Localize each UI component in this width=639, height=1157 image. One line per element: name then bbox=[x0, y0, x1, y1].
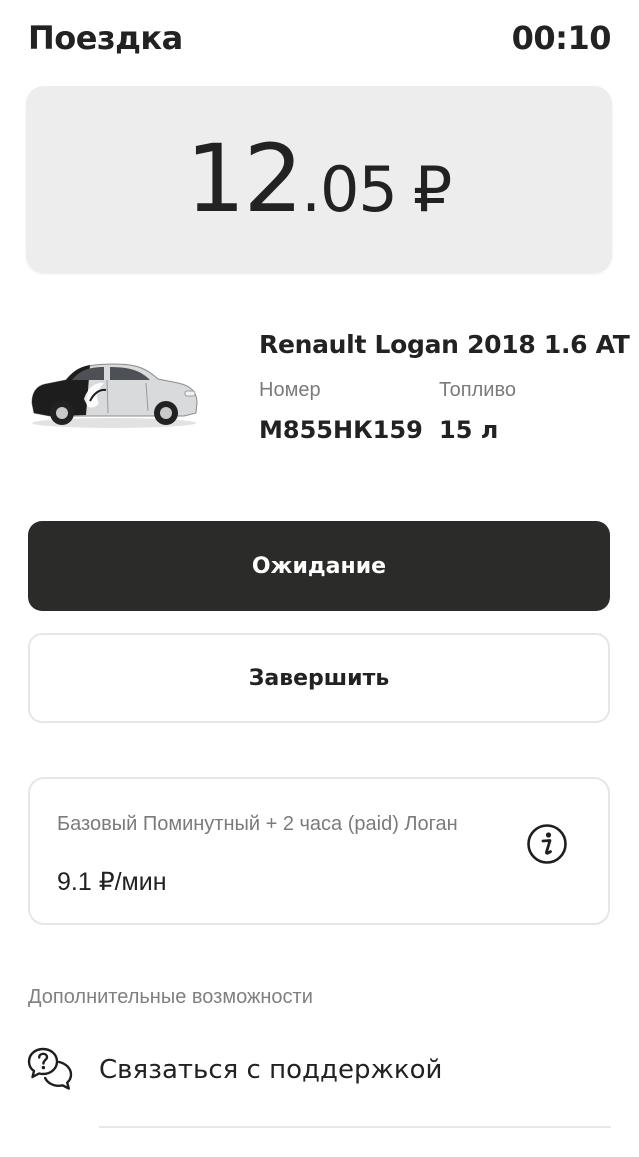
car-info: Renault Logan 2018 1.6 AT Номер М855НК15… bbox=[259, 330, 630, 444]
plate-spec: Номер М855НК159 bbox=[259, 379, 439, 444]
tariff-name: Базовый Поминутный + 2 часа (paid) Логан bbox=[57, 813, 458, 835]
contact-support-item[interactable]: Связаться с поддержкой bbox=[0, 1035, 639, 1127]
price-integer: 12 bbox=[185, 125, 304, 234]
trip-price: 12 .05 ₽ bbox=[186, 125, 453, 234]
car-model: Renault Logan 2018 1.6 AT bbox=[259, 330, 630, 359]
info-icon[interactable] bbox=[526, 823, 568, 865]
finish-button[interactable]: Завершить bbox=[28, 633, 610, 723]
wait-button[interactable]: Ожидание bbox=[28, 521, 610, 611]
trip-timer: 00:10 bbox=[511, 19, 612, 57]
car-specs: Номер М855НК159 Топливо 15 л bbox=[259, 379, 619, 444]
tariff-rate: 9.1 ₽/мин bbox=[57, 868, 167, 896]
plate-label: Номер bbox=[259, 379, 321, 401]
fuel-value: 15 л bbox=[439, 416, 499, 444]
fuel-label: Топливо bbox=[439, 379, 516, 401]
price-fraction: .05 bbox=[301, 153, 398, 226]
section-title-extras: Дополнительные возможности bbox=[28, 986, 313, 1008]
price-currency: ₽ bbox=[412, 153, 453, 226]
divider bbox=[99, 1126, 611, 1128]
tariff-card[interactable]: Базовый Поминутный + 2 часа (paid) Логан… bbox=[28, 777, 610, 925]
page-title: Поездка bbox=[28, 19, 183, 57]
fuel-spec: Топливо 15 л bbox=[439, 379, 619, 444]
plate-value: М855НК159 bbox=[259, 416, 423, 444]
contact-support-label: Связаться с поддержкой bbox=[99, 1055, 443, 1085]
car-photo bbox=[31, 363, 198, 428]
price-card: 12 .05 ₽ bbox=[26, 86, 612, 273]
header: Поездка 00:10 bbox=[28, 14, 612, 62]
chat-question-icon bbox=[27, 1047, 73, 1090]
